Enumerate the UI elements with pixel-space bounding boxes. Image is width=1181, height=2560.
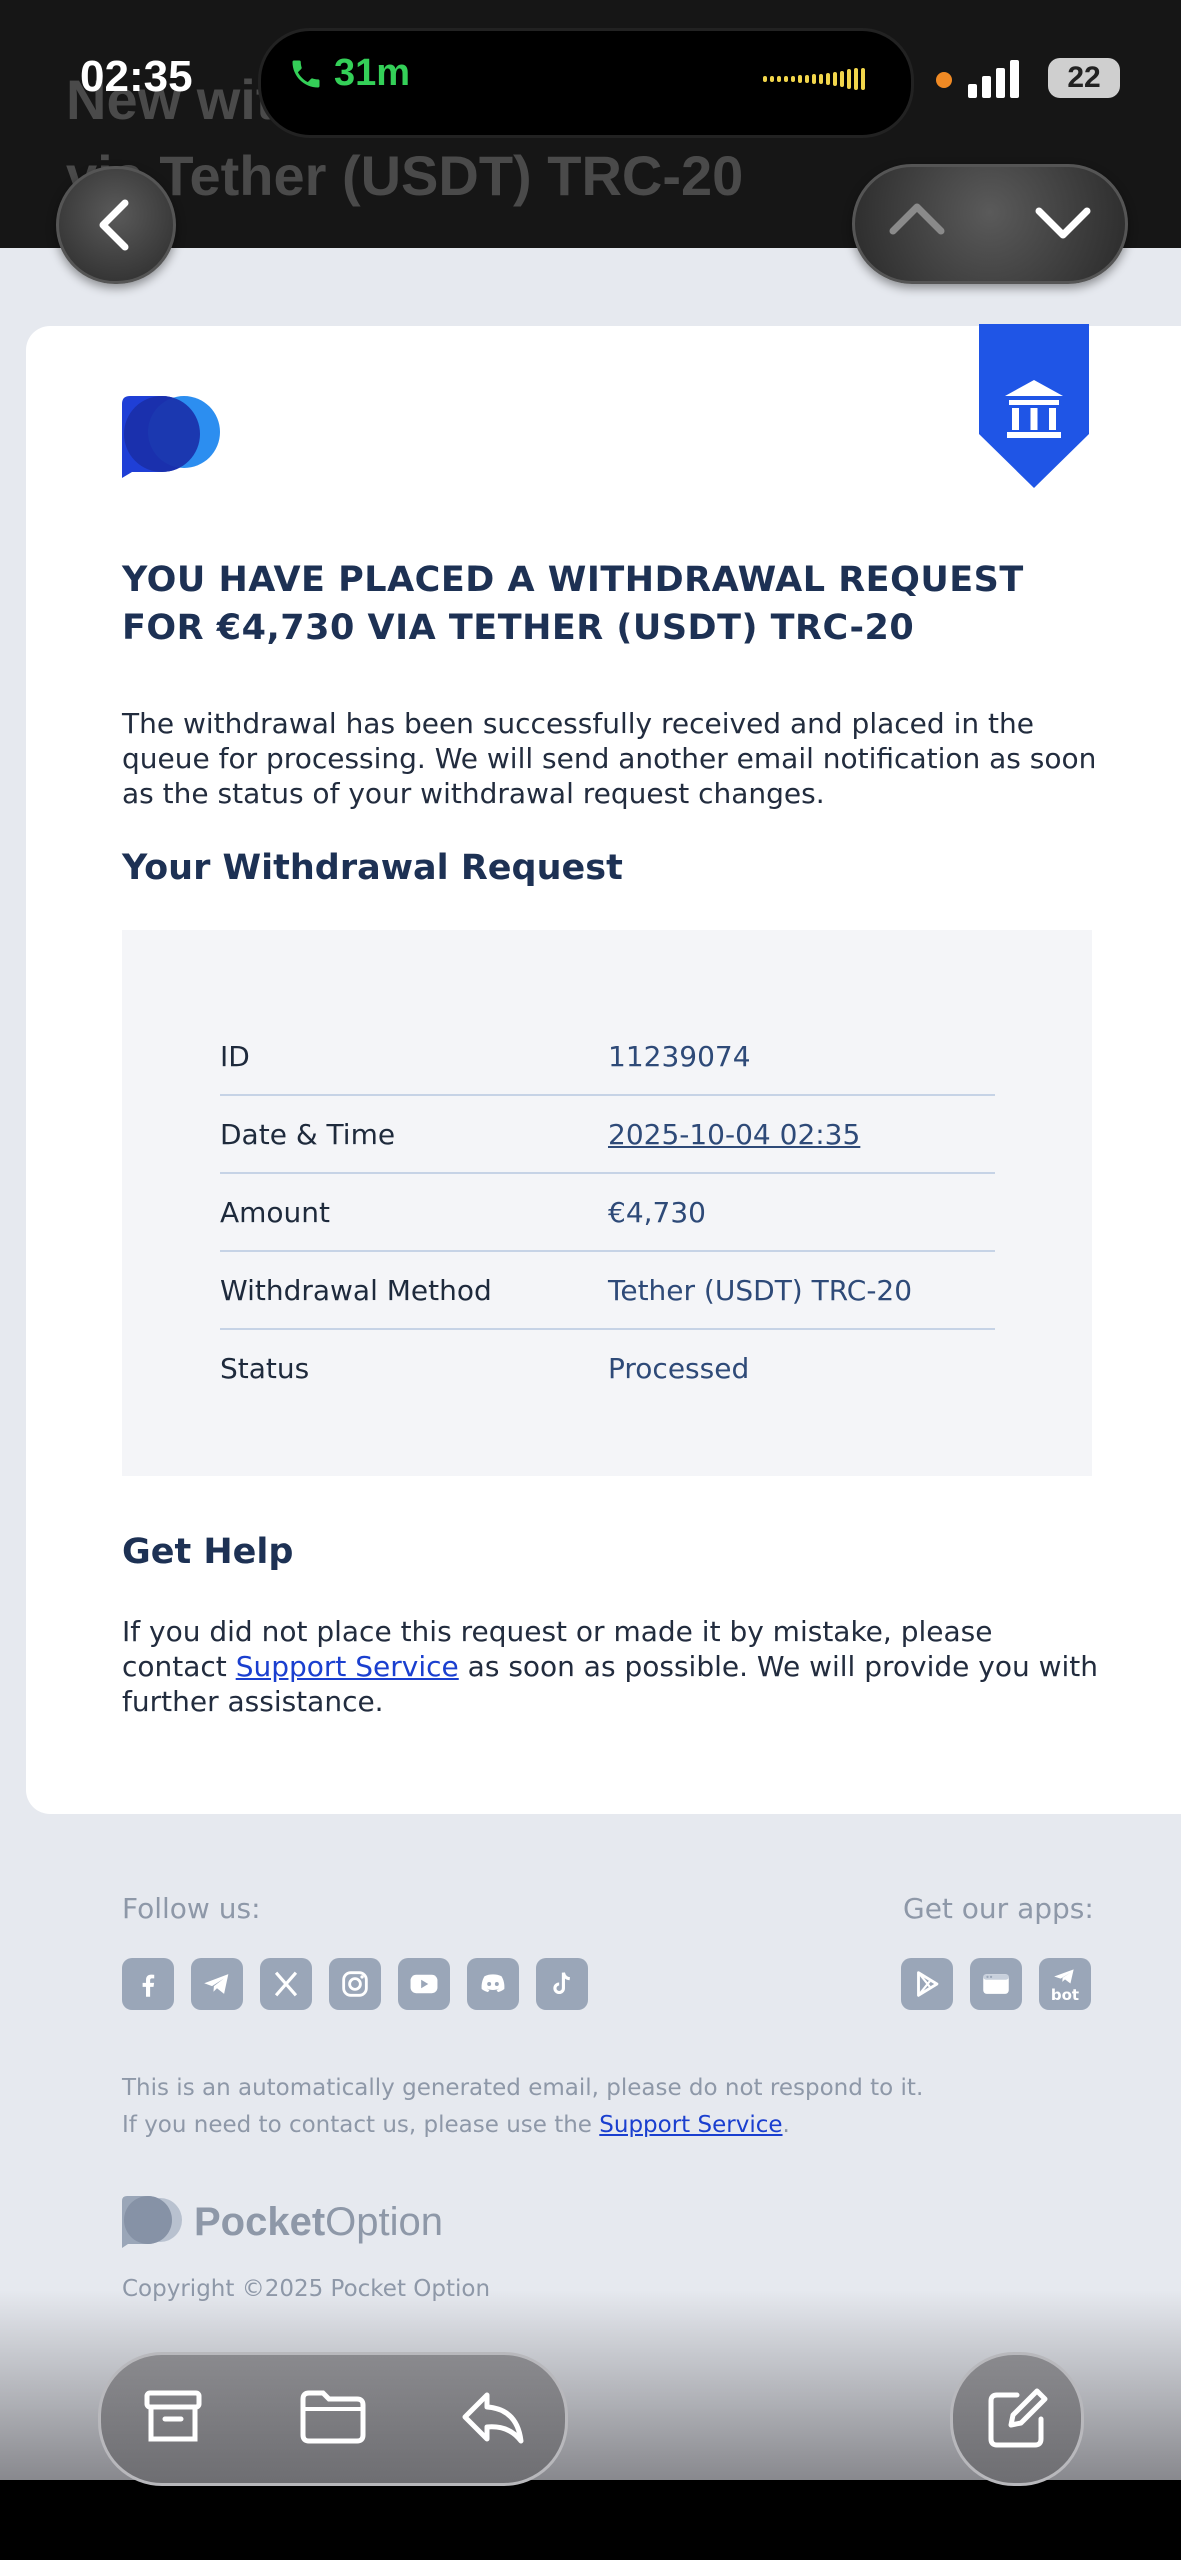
reply-icon	[462, 2392, 524, 2444]
detail-label: Withdrawal Method	[220, 1273, 492, 1307]
microphone-in-use-dot	[936, 72, 952, 88]
phone-icon	[292, 60, 320, 87]
archive-icon	[144, 2390, 202, 2442]
folder-icon	[300, 2390, 366, 2444]
detail-row-method: Withdrawal Method Tether (USDT) TRC-20	[220, 1252, 995, 1330]
mail-actions-toolbar	[98, 2352, 568, 2486]
status-time: 02:35	[80, 52, 193, 101]
detail-row-status: Status Processed	[220, 1330, 995, 1406]
telegram-icon[interactable]	[191, 1958, 243, 2010]
detail-value: Tether (USDT) TRC-20	[608, 1273, 913, 1307]
telegram-bot-icon[interactable]: bot	[1039, 1958, 1091, 2010]
x-icon[interactable]	[260, 1958, 312, 2010]
email-intro-text: The withdrawal has been successfully rec…	[122, 707, 1097, 810]
message-navigation	[852, 164, 1128, 284]
bank-badge-icon	[979, 324, 1089, 488]
archive-button[interactable]	[137, 2381, 209, 2453]
footer-support-service-link[interactable]: Support Service	[599, 2112, 782, 2138]
pocket-option-logo-mono	[122, 2196, 182, 2248]
compose-button[interactable]	[950, 2352, 1084, 2486]
detail-row-id: ID 11239074	[220, 1018, 995, 1096]
discord-icon[interactable]	[467, 1958, 519, 2010]
back-button[interactable]	[56, 166, 176, 284]
detail-value-date-link[interactable]: 2025-10-04 02:35	[608, 1118, 860, 1151]
youtube-icon[interactable]	[398, 1958, 450, 2010]
detail-label: Amount	[220, 1195, 331, 1229]
brand-name: PocketOption	[194, 2200, 443, 2245]
call-duration: 31m	[334, 52, 411, 94]
facebook-icon[interactable]	[122, 1958, 174, 2010]
auto-generated-notice: This is an automatically generated email…	[122, 2070, 1082, 2144]
get-help-text: If you did not place this request or mad…	[122, 1614, 1102, 1719]
detail-value: 11239074	[608, 1039, 751, 1073]
instagram-icon[interactable]	[329, 1958, 381, 2010]
auto-notice-text: If you need to contact us, please use th…	[122, 2112, 600, 2138]
chevron-left-icon	[99, 199, 129, 251]
brand-name-light: Option	[325, 2199, 444, 2244]
detail-label: ID	[220, 1039, 250, 1073]
detail-label: Status	[220, 1351, 310, 1385]
battery-indicator: 22	[1048, 58, 1120, 98]
active-call-indicator[interactable]: 31m	[288, 52, 410, 95]
chevron-up-icon[interactable]	[885, 191, 949, 251]
get-help-heading: Get Help	[122, 1532, 294, 1572]
bot-label: bot	[1050, 1985, 1080, 2004]
reply-button[interactable]	[457, 2381, 529, 2453]
google-play-icon[interactable]	[901, 1958, 953, 2010]
footer-brand: PocketOption	[122, 2196, 443, 2248]
detail-value: Processed	[608, 1351, 750, 1385]
pocket-option-logo	[122, 396, 220, 478]
audio-waveform-icon	[763, 66, 873, 92]
detail-row-date-time: Date & Time 2025-10-04 02:35	[220, 1096, 995, 1174]
get-apps-label: Get our apps:	[903, 1892, 1094, 1925]
tiktok-icon[interactable]	[536, 1958, 588, 2010]
auto-notice-text: .	[782, 2112, 790, 2138]
detail-value: €4,730	[608, 1195, 706, 1229]
web-app-icon[interactable]	[970, 1958, 1022, 2010]
auto-notice-line-1: This is an automatically generated email…	[122, 2075, 924, 2101]
auto-notice-line-2: If you need to contact us, please use th…	[122, 2107, 1082, 2144]
follow-us-label: Follow us:	[122, 1892, 261, 1925]
support-service-link[interactable]: Support Service	[236, 1650, 459, 1683]
detail-row-amount: Amount €4,730	[220, 1174, 995, 1252]
compose-icon	[988, 2388, 1048, 2448]
bottom-bezel	[0, 2480, 1181, 2560]
withdrawal-request-heading: Your Withdrawal Request	[122, 848, 623, 888]
email-title: YOU HAVE PLACED A WITHDRAWAL REQUEST FOR…	[122, 560, 1024, 648]
move-to-folder-button[interactable]	[297, 2381, 369, 2453]
brand-name-bold: Pocket	[194, 2199, 326, 2244]
detail-label: Date & Time	[220, 1117, 396, 1151]
cellular-signal-icon	[968, 58, 1019, 98]
chevron-down-icon[interactable]	[1031, 193, 1095, 253]
